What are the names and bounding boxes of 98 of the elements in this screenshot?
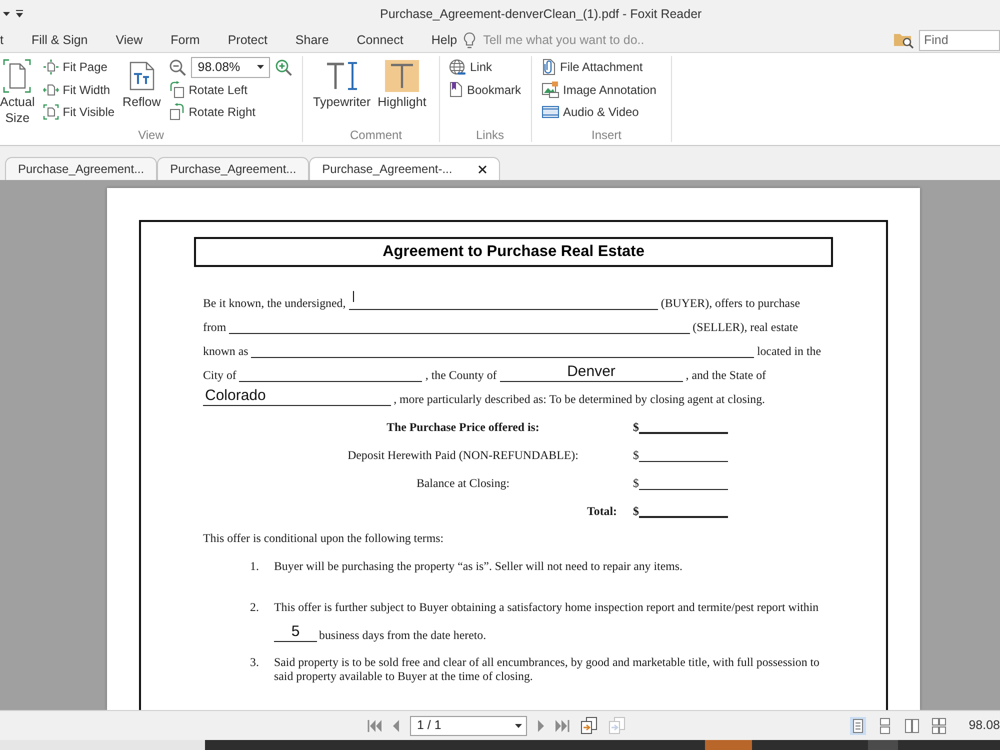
paperclip-page-icon — [542, 58, 556, 76]
caret-icon[interactable] — [3, 12, 10, 16]
currency-sign: $ — [633, 477, 639, 490]
document-text: Deposit Herewith Paid (NON-REFUNDABLE): — [346, 449, 580, 462]
menu-tab[interactable]: Share — [295, 32, 329, 48]
document-text: This offer is further subject to Buyer obtaining a satisfactory home inspection report and termite/pest report within — [274, 600, 820, 614]
fill-in-line[interactable]: Colorado — [203, 387, 391, 406]
rotate-left-button[interactable]: Rotate Left — [168, 78, 292, 101]
fit-page-button[interactable]: Fit Page — [42, 56, 115, 78]
document-text: , more particularly described as: To be determined by closing agent at closing. — [394, 393, 765, 406]
menu-tab[interactable]: Protect — [228, 32, 268, 48]
currency-sign: $ — [633, 421, 639, 434]
menu-tab[interactable]: View — [116, 32, 143, 48]
link-button[interactable]: Link — [449, 56, 522, 78]
page-number-field[interactable]: 1 / 1 — [410, 716, 527, 736]
document-text: (BUYER), offers to purchase — [660, 297, 800, 310]
zoom-in-icon[interactable] — [274, 58, 292, 76]
zoom-out-icon[interactable] — [168, 58, 186, 76]
customize-menu-icon[interactable] — [16, 10, 23, 18]
document-tab[interactable]: Purchase_Agreement-... — [309, 157, 500, 180]
document-text: City of — [203, 369, 236, 382]
document-text: from — [203, 321, 226, 334]
text-page-icon — [128, 61, 155, 91]
globe-icon — [449, 58, 466, 76]
file-attachment-button[interactable]: File Attachment — [542, 56, 656, 78]
document-text: This offer is conditional upon the following terms: — [203, 530, 445, 547]
document-tab[interactable]: Purchase_Agreement... — [5, 157, 158, 180]
window-title: Purchase_Agreement-denverClean_(1).pdf - Foxit Reader — [380, 6, 702, 23]
typewriter-button[interactable]: Typewriter — [313, 56, 371, 128]
list-number: 1. — [250, 559, 260, 573]
previous-page-icon[interactable] — [392, 720, 400, 732]
continuous-facing-icon[interactable] — [930, 716, 947, 734]
group-label: Insert — [591, 128, 622, 142]
menu-tab[interactable]: Help — [431, 32, 458, 48]
list-number: 2. — [250, 600, 260, 616]
menu-tab[interactable]: Form — [170, 32, 200, 48]
facing-pages-icon[interactable] — [904, 716, 920, 734]
next-page-icon[interactable] — [537, 720, 545, 732]
document-text: Balance at Closing: — [415, 477, 511, 490]
list-number: 3. — [250, 655, 260, 671]
first-page-icon[interactable] — [367, 718, 382, 732]
zoom-readout: 98.08 — [968, 717, 1000, 734]
currency-sign: $ — [633, 449, 639, 462]
rotate-right-icon — [168, 103, 185, 122]
audio-video-button[interactable]: Audio & Video — [542, 101, 656, 124]
image-icon — [542, 81, 559, 98]
page-width-arrows-icon — [42, 82, 59, 98]
image-annotation-button[interactable]: Image Annotation — [542, 78, 656, 101]
tell-me-field[interactable]: Tell me what you want to do.. — [483, 30, 684, 50]
fill-in-line[interactable]: Denver — [500, 363, 683, 382]
document-text: , the County of — [425, 369, 497, 382]
text-cursor-icon — [352, 291, 354, 302]
document-tab[interactable]: Purchase_Agreement... — [157, 157, 310, 180]
zoom-field[interactable]: 98.08% — [190, 56, 270, 78]
fit-visible-button[interactable]: Fit Visible — [42, 101, 115, 124]
page-frame-icon — [42, 104, 59, 120]
document-text: The Purchase Price offered is: — [386, 421, 540, 434]
document-text: located in the — [756, 345, 821, 358]
page-arrows-icon — [42, 59, 59, 76]
highlight-icon — [384, 60, 419, 92]
document-text: Buyer will be purchasing the property “as is”. Seller will not need to repair any items. — [274, 559, 684, 573]
bookmark-page-icon — [449, 81, 463, 98]
document-title: Agreement to Purchase Real Estate — [194, 237, 833, 267]
last-page-icon[interactable] — [555, 718, 570, 732]
rotate-left-icon — [168, 80, 185, 99]
document-text: , and the State of — [686, 369, 766, 382]
document-text: Be it known, the undersigned, — [203, 297, 346, 310]
rotate-right-button[interactable]: Rotate Right — [168, 101, 292, 124]
fill-in-line[interactable]: 5 — [274, 623, 317, 642]
document-text: business days from the date hereto. — [319, 629, 486, 642]
group-label: View — [138, 128, 164, 142]
menu-tab[interactable]: Connect — [356, 32, 404, 48]
find-field[interactable]: Find — [919, 30, 1000, 50]
caret-icon[interactable] — [256, 65, 264, 70]
film-strip-icon — [542, 105, 559, 120]
group-label: Links — [476, 128, 504, 142]
bookmark-button[interactable]: Bookmark — [449, 78, 522, 101]
fit-width-button[interactable]: Fit Width — [42, 78, 115, 101]
menu-tab[interactable]: t — [0, 32, 4, 48]
pages-arrow-icon[interactable] — [580, 717, 598, 734]
single-page-icon[interactable] — [850, 716, 866, 734]
folder-search-icon[interactable] — [894, 32, 914, 48]
fill-in-line[interactable] — [348, 291, 658, 310]
page-corners-icon — [3, 59, 32, 93]
highlight-button[interactable]: Highlight — [378, 56, 426, 128]
document-text: Said property is to be sold free and clear of all encumbrances, by good and marketable title, with full possession to said property available to Buyer at the time of closing. — [274, 655, 821, 683]
caret-icon[interactable] — [515, 724, 522, 728]
document-text: (SELLER), real estate — [692, 321, 798, 334]
actual-size-button[interactable]: Actual Size — [0, 56, 35, 128]
group-label: Comment — [350, 128, 402, 142]
document-text: known as — [203, 345, 248, 358]
document-text: Total: — [586, 505, 618, 518]
lightbulb-icon — [463, 32, 476, 48]
close-icon[interactable] — [478, 164, 488, 174]
currency-sign: $ — [633, 505, 639, 518]
menu-tab[interactable]: Fill & Sign — [31, 32, 88, 48]
text-tool-icon — [326, 61, 358, 91]
reflow-button[interactable]: Reflow — [122, 56, 161, 128]
